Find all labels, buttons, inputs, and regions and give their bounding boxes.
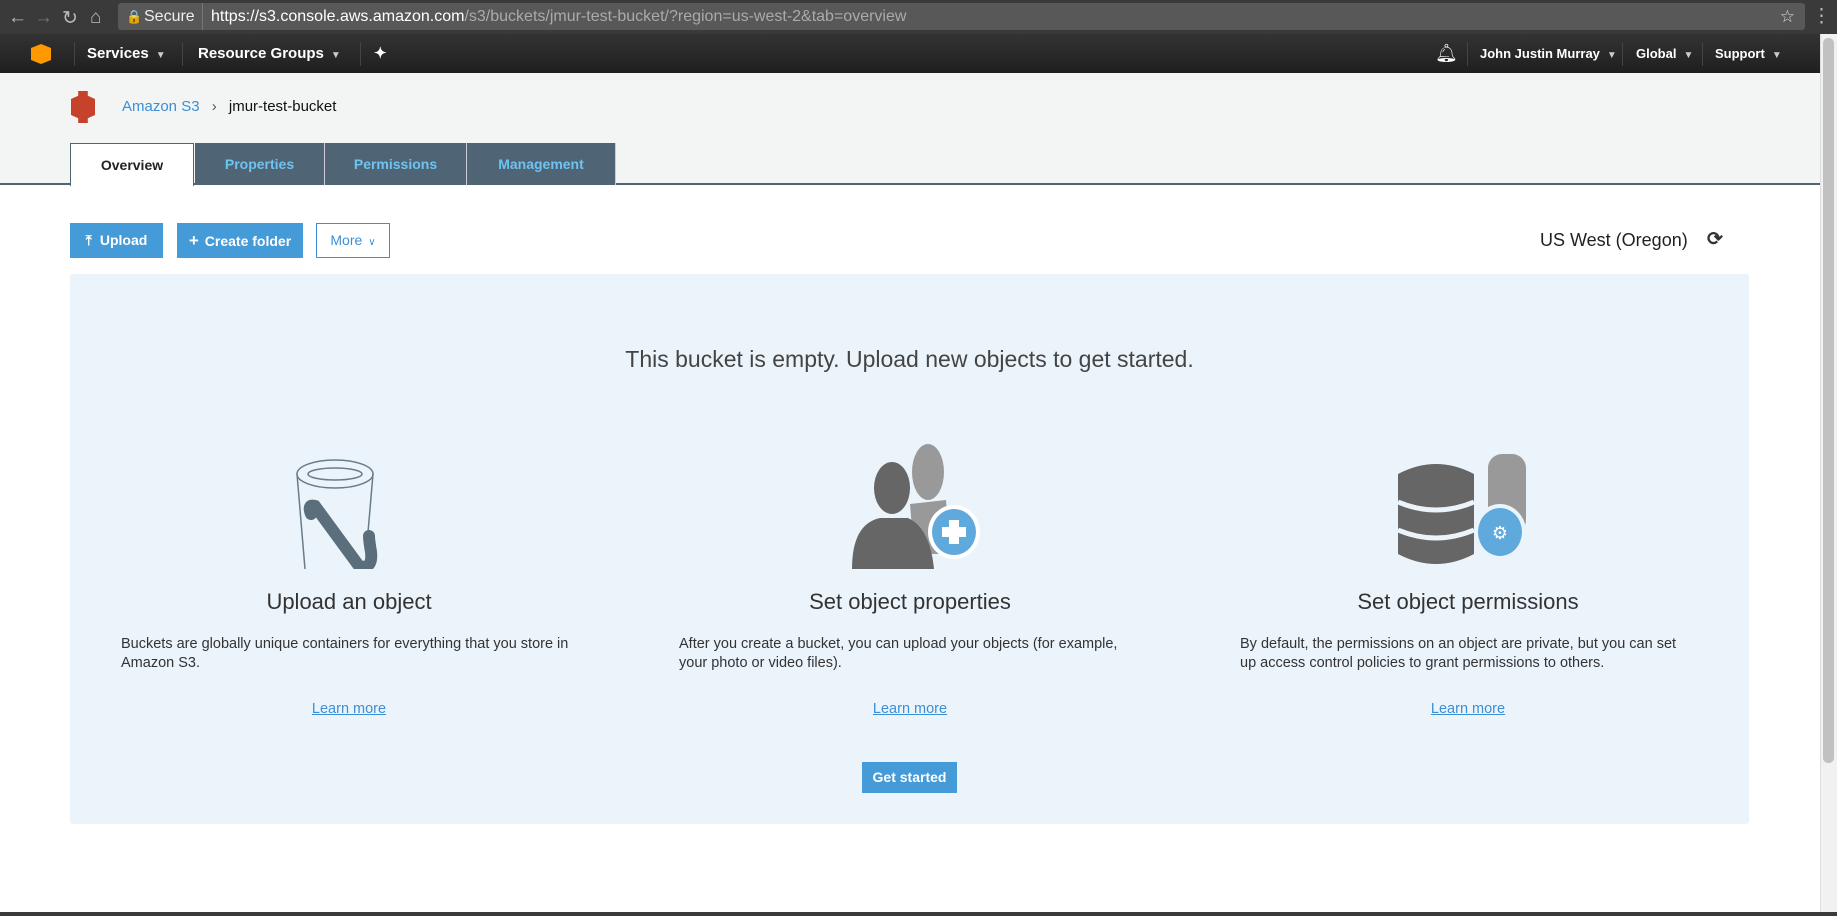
card-description: By default, the permissions on an object…: [1240, 636, 1677, 671]
home-icon[interactable]: ⌂: [90, 7, 101, 29]
url-path: /s3/buckets/jmur-test-bucket/?region=us-…: [464, 8, 907, 25]
region-label: Global: [1636, 46, 1677, 61]
empty-bucket-panel: This bucket is empty. Upload new objects…: [70, 274, 1749, 824]
scrollbar-thumb[interactable]: [1823, 38, 1834, 763]
create-folder-label: Create folder: [204, 233, 292, 249]
url-host: https://s3.console.aws.amazon.com: [211, 8, 465, 25]
upload-button[interactable]: ⤒ Upload: [70, 223, 163, 258]
region-menu[interactable]: Global ▼: [1636, 34, 1693, 73]
browser-toolbar: ← → ↻ ⌂ 🔒 Secure https://s3.console.aws.…: [0, 0, 1837, 34]
forward-icon[interactable]: →: [34, 7, 53, 29]
learn-more-link[interactable]: Learn more: [1240, 701, 1696, 717]
support-menu[interactable]: Support ▼: [1715, 34, 1782, 73]
chevron-down-icon: ∨: [368, 237, 376, 248]
back-icon[interactable]: ←: [8, 7, 27, 29]
user-menu[interactable]: John Justin Murray ▼: [1480, 34, 1617, 73]
breadcrumb-amazon-s3[interactable]: Amazon S3: [122, 98, 200, 115]
card-description: After you create a bucket, you can uploa…: [679, 636, 1118, 671]
tab-management[interactable]: Management: [467, 143, 616, 185]
support-label: Support: [1715, 46, 1765, 61]
database-gear-icon: ⚙: [1388, 444, 1548, 569]
services-label: Services: [87, 45, 149, 62]
users-add-icon: [830, 444, 990, 569]
address-bar[interactable]: 🔒 Secure https://s3.console.aws.amazon.c…: [118, 3, 1805, 30]
card-description: Buckets are globally unique containers f…: [121, 636, 569, 671]
services-menu[interactable]: Services ▼: [87, 34, 166, 73]
resource-groups-menu[interactable]: Resource Groups ▼: [198, 34, 341, 73]
empty-headline: This bucket is empty. Upload new objects…: [625, 346, 1194, 372]
upload-icon: ⤒: [85, 232, 92, 248]
learn-more-link[interactable]: Learn more: [121, 701, 577, 717]
card-title: Upload an object: [266, 589, 432, 614]
aws-logo-icon[interactable]: [31, 34, 51, 73]
bucket-region: US West (Oregon): [1540, 230, 1688, 250]
card-properties: Set object properties After you create a…: [679, 444, 1141, 717]
create-folder-button[interactable]: + Create folder: [177, 223, 303, 258]
tab-overview[interactable]: Overview: [70, 143, 194, 187]
menu-icon[interactable]: ⋮: [1812, 5, 1831, 28]
lock-icon: 🔒: [126, 9, 143, 24]
aws-top-nav: Services ▼ Resource Groups ▼ ✦ 🔔︎ John Jus…: [0, 34, 1820, 73]
url-text: https://s3.console.aws.amazon.com/s3/buc…: [202, 3, 906, 30]
pin-icon[interactable]: ✦: [374, 34, 387, 73]
tab-properties[interactable]: Properties: [195, 143, 325, 185]
bucket-icon: [269, 444, 429, 573]
svg-text:⚙: ⚙: [1492, 523, 1508, 543]
card-title: Set object properties: [809, 589, 1011, 614]
tab-permissions[interactable]: Permissions: [325, 143, 467, 185]
main-content: Amazon S3 › jmur-test-bucket Overview Pr…: [0, 73, 1820, 912]
page-header: Amazon S3 › jmur-test-bucket Overview Pr…: [0, 73, 1820, 187]
breadcrumb-separator: ›: [211, 98, 217, 115]
upload-label: Upload: [99, 232, 148, 248]
get-started-button[interactable]: Get started: [862, 762, 957, 793]
plus-icon: +: [188, 231, 199, 250]
bookmark-star-icon[interactable]: ☆: [1780, 3, 1795, 30]
secure-label: Secure: [144, 8, 195, 25]
breadcrumb: Amazon S3 › jmur-test-bucket: [122, 97, 336, 117]
learn-more-link[interactable]: Learn more: [679, 701, 1141, 717]
reload-icon[interactable]: ↻: [62, 7, 78, 30]
card-upload: Upload an object Buckets are globally un…: [121, 444, 577, 717]
refresh-icon[interactable]: ⟳: [1707, 228, 1723, 251]
more-label: More: [330, 232, 363, 248]
more-dropdown[interactable]: More ∨: [316, 223, 390, 258]
card-permissions: ⚙ Set object permissions By default, the…: [1240, 444, 1696, 717]
resource-groups-label: Resource Groups: [198, 45, 324, 62]
notifications-bell-icon[interactable]: 🔔︎: [1435, 34, 1458, 73]
user-label: John Justin Murray: [1480, 46, 1600, 61]
s3-logo-icon: [71, 91, 95, 123]
card-title: Set object permissions: [1357, 589, 1579, 614]
window-bottom-edge: [0, 912, 1837, 916]
breadcrumb-current: jmur-test-bucket: [228, 98, 337, 115]
